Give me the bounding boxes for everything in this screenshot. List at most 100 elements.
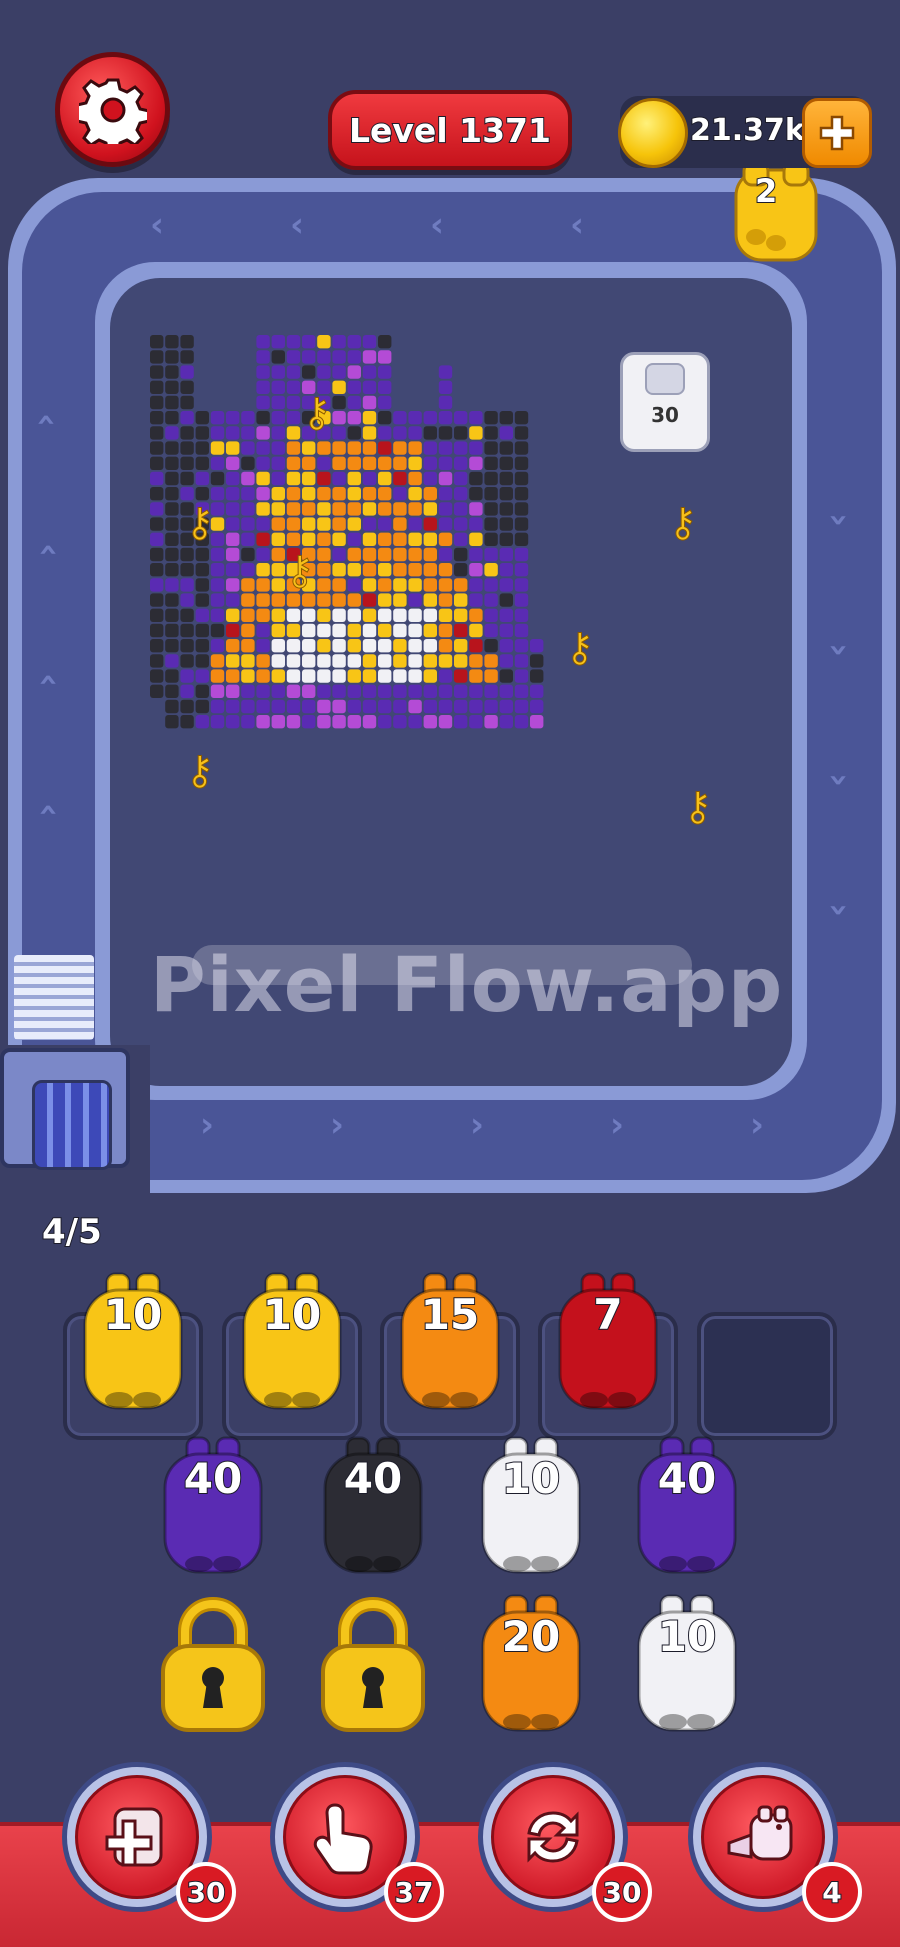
pixel-cell [362, 350, 377, 364]
pixel-cell [347, 639, 361, 653]
pixel-cell [150, 563, 164, 577]
pixel-cell [302, 623, 316, 638]
pixel-cell [514, 471, 529, 486]
pixel-cell [165, 502, 179, 516]
pixel-cell [393, 639, 407, 653]
pixel-cell [454, 426, 468, 440]
stock-critter[interactable]: 10 [627, 1590, 747, 1740]
pixel-cell [180, 684, 194, 698]
pixel-cell [530, 699, 544, 714]
watermark: Pixel Flow.app [150, 940, 784, 1029]
pixel-cell [332, 532, 346, 546]
pixel-cell [393, 547, 407, 562]
pixel-cell [195, 623, 209, 638]
pixel-cell [210, 669, 225, 683]
pixel-cell [165, 380, 179, 394]
pixel-cell [423, 532, 437, 546]
pixel-cell [271, 608, 285, 622]
pixel-cell [165, 547, 179, 562]
queue-slot-empty[interactable] [697, 1312, 837, 1440]
pixel-cell [393, 411, 407, 425]
queue-critter[interactable]: 10 [73, 1268, 193, 1418]
pixel-cell [362, 563, 377, 577]
pixel-cell [378, 699, 392, 714]
pixel-cell [362, 502, 377, 516]
pixel-cell [226, 669, 240, 683]
stock-critter[interactable]: 40 [313, 1432, 433, 1582]
pixel-cell [408, 639, 422, 653]
locked-critter[interactable] [153, 1590, 273, 1740]
pixel-cell [362, 411, 377, 425]
pixel-cell [165, 426, 179, 440]
pixel-cell [438, 547, 453, 562]
pixel-cell [484, 471, 498, 486]
pixel-cell [499, 471, 513, 486]
pixel-cell [514, 502, 529, 516]
pixel-cell [514, 441, 529, 455]
pixel-cell [454, 502, 468, 516]
pixel-cell [226, 639, 240, 653]
stock-critter-count: 40 [343, 1453, 403, 1504]
pixel-cell [226, 517, 240, 531]
pixel-cell [454, 563, 468, 577]
pixel-cell [271, 669, 285, 683]
settings-button[interactable] [55, 52, 170, 167]
pixel-cell [302, 532, 316, 546]
pixel-cell [180, 441, 194, 455]
pixel-cell [362, 426, 377, 440]
pixel-cell [302, 502, 316, 516]
pixel-cell [210, 411, 225, 425]
pixel-cell [438, 487, 453, 501]
pixel-cell [454, 532, 468, 546]
pixel-cell [499, 441, 513, 455]
stock-critter[interactable]: 40 [153, 1432, 273, 1582]
pixel-cell [195, 471, 209, 486]
pixel-cell [195, 578, 209, 592]
queue-critter[interactable]: 15 [390, 1268, 510, 1418]
pixel-cell [347, 411, 361, 425]
refresh-icon [527, 1811, 579, 1863]
add-coins-button[interactable] [802, 98, 872, 168]
pixel-cell [469, 669, 483, 683]
pixel-cell [195, 487, 209, 501]
locked-critter[interactable] [313, 1590, 433, 1740]
pixel-cell [165, 335, 179, 349]
pixel-cell [256, 487, 270, 501]
stock-critter[interactable]: 40 [627, 1432, 747, 1582]
pixel-cell [195, 563, 209, 577]
pixel-cell [317, 699, 331, 714]
pixel-cell [180, 411, 194, 425]
pixel-cell [210, 441, 225, 455]
pixel-cell [317, 456, 331, 470]
pixel-cell [423, 654, 437, 668]
pixel-cell [226, 563, 240, 577]
pixel-cell [378, 532, 392, 546]
pixel-cell [271, 395, 285, 410]
pixel-cell [499, 487, 513, 501]
pixel-cell [438, 563, 453, 577]
pixel-cell [408, 471, 422, 486]
pixel-cell [271, 654, 285, 668]
pixel-cell [469, 684, 483, 698]
pixel-cell [226, 441, 240, 455]
pixel-cell [150, 471, 164, 486]
pixel-cell [271, 380, 285, 394]
queue-critter-count: 10 [103, 1289, 163, 1340]
stock-critter[interactable]: 10 [471, 1432, 591, 1582]
pixel-cell [378, 411, 392, 425]
queue-critter[interactable]: 10 [232, 1268, 352, 1418]
pixel-cell [499, 456, 513, 470]
pixel-cell [469, 715, 483, 729]
pixel-cell [347, 715, 361, 729]
stock-critter[interactable]: 20 [471, 1590, 591, 1740]
pixel-cell [286, 532, 301, 546]
pixel-cell [362, 487, 377, 501]
pixel-cell [180, 380, 194, 394]
queue-critter[interactable]: 7 [548, 1268, 668, 1418]
pixel-cell [362, 715, 377, 729]
pixel-cell [271, 502, 285, 516]
pixel-cell [165, 456, 179, 470]
pixel-cell [454, 593, 468, 607]
pixel-cell [347, 426, 361, 440]
pixel-cell [241, 593, 255, 607]
